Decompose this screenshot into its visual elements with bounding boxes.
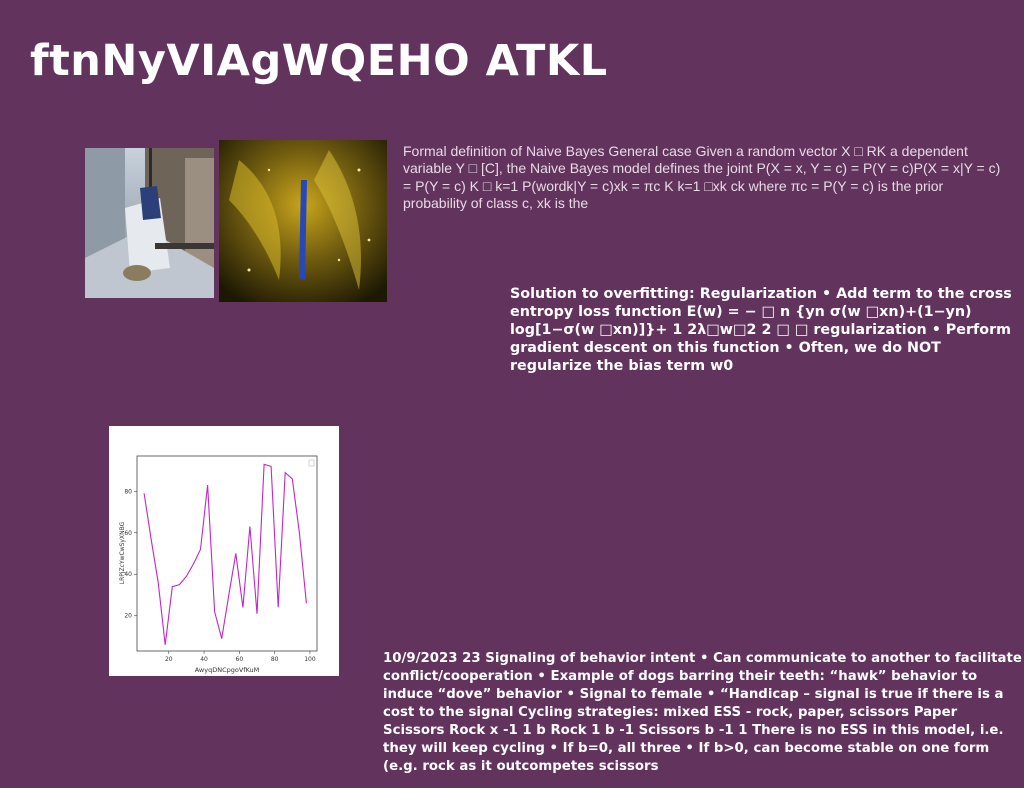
y-tick-label: 80 <box>124 488 132 495</box>
y-axis-label: LRPjZcYwCwSyXNBG <box>119 521 126 584</box>
regularization-text: Solution to overfitting: Regularization … <box>510 286 1012 374</box>
naive-bayes-text: Formal definition of Naive Bayes General… <box>403 143 1001 211</box>
signaling-text: 10/9/2023 23 Signaling of behavior inten… <box>383 651 1022 774</box>
series-line <box>143 463 307 645</box>
x-tick-label: 100 <box>304 656 316 663</box>
x-tick-label: 40 <box>200 656 208 663</box>
plot-frame <box>136 455 318 652</box>
x-tick-label: 20 <box>165 656 173 663</box>
x-axis-label: AwyqDNCpgoVfKuM <box>195 666 260 674</box>
x-tick-label: 80 <box>271 656 279 663</box>
person-window-photo <box>85 148 214 298</box>
legend-box <box>308 459 315 467</box>
abstract-yellow-photo <box>219 140 387 302</box>
line-chart: 20 40 60 80 100 20 40 60 80 AwyqDNCpgoVfKuM LRPj… <box>109 426 339 676</box>
y-tick-label: 20 <box>124 613 132 620</box>
slide-title: ftnNyVIAgWQEHO ATKL <box>30 36 608 86</box>
x-tick-label: 60 <box>236 656 244 663</box>
